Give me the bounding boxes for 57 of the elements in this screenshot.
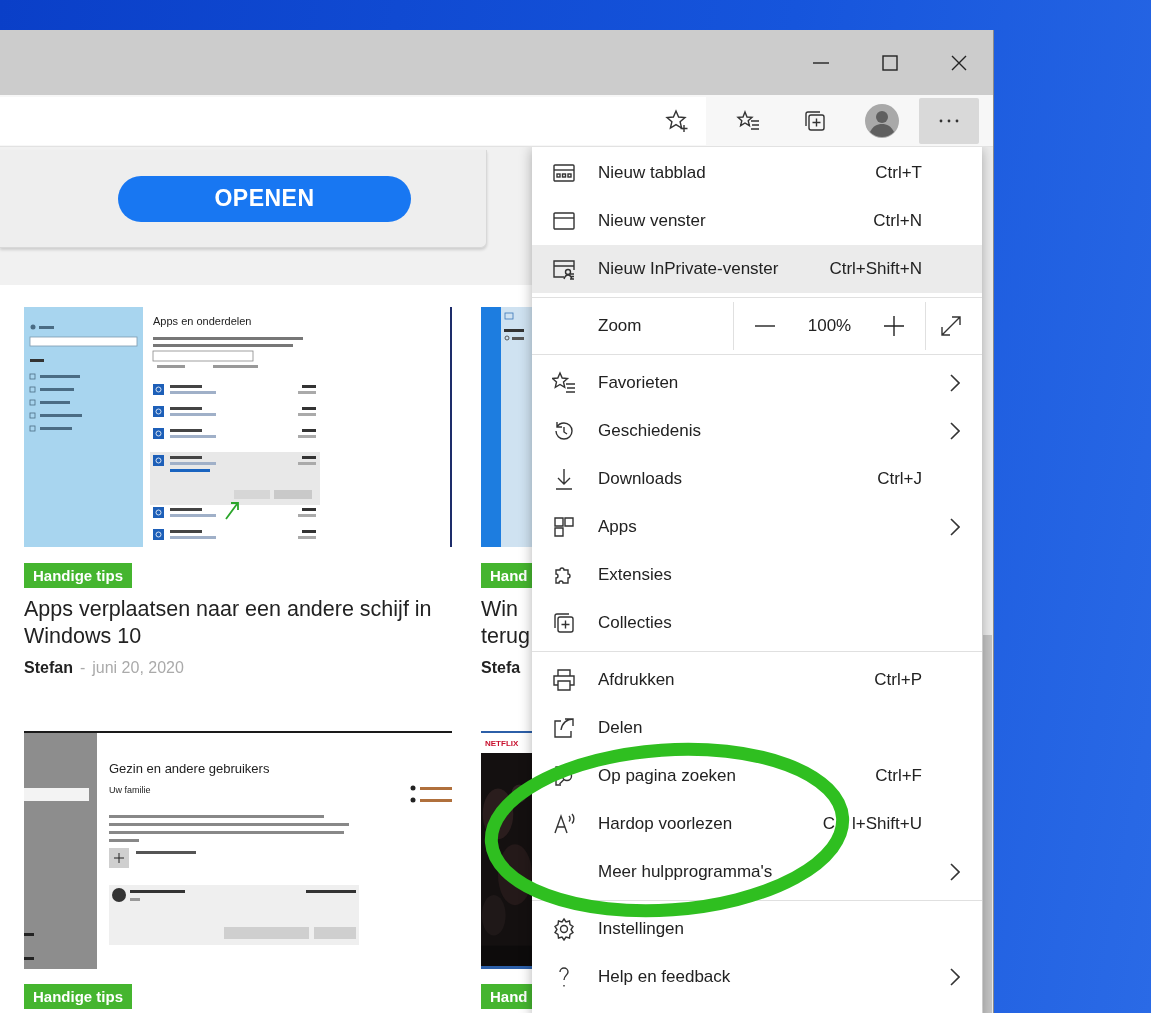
article-title[interactable]: Apps verplaatsen naar een andere schijf in Windows 10 xyxy=(24,596,452,650)
menu-apps-icon xyxy=(552,515,576,539)
menu-item[interactable]: Collecties xyxy=(532,599,982,647)
menu-item[interactable]: Instellingen xyxy=(532,905,982,953)
menu-item[interactable]: Delen xyxy=(532,704,982,752)
screenshot-subtitle: Uw familie xyxy=(109,785,151,795)
screenshot-title: Apps en onderdelen xyxy=(153,315,252,327)
menu-item[interactable]: Hardop voorlezen C l+Shift+U xyxy=(532,800,982,848)
screenshot-title: Gezin en andere gebruikers xyxy=(109,761,270,776)
open-button[interactable]: OPENEN xyxy=(118,175,411,222)
maximize-icon xyxy=(881,54,898,71)
chevron-right-icon xyxy=(950,863,960,881)
menu-settings-icon xyxy=(552,917,576,941)
menu-private-window-icon xyxy=(552,257,576,281)
close-icon xyxy=(950,54,967,71)
menu-item[interactable]: Meer hulpprogramma's xyxy=(532,848,982,896)
menu-tab-icon xyxy=(552,161,576,185)
menu-item[interactable]: Nieuw venster Ctrl+N xyxy=(532,197,982,245)
minimize-icon xyxy=(812,61,829,64)
menu-read-aloud-icon xyxy=(552,812,576,836)
menu-item[interactable]: Geschiedenis xyxy=(532,407,982,455)
favorites-icon[interactable] xyxy=(735,108,760,133)
menu-favorites-icon xyxy=(552,371,576,395)
more-icon xyxy=(939,118,959,123)
menu-item[interactable]: Favorieten xyxy=(532,359,982,407)
menu-item[interactable]: Downloads Ctrl+J xyxy=(532,455,982,503)
menu-item[interactable]: Afdrukken Ctrl+P xyxy=(532,656,982,704)
menu-item[interactable]: Op pagina zoeken Ctrl+F xyxy=(532,752,982,800)
post-date: juni 20, 2020 xyxy=(92,659,184,677)
menu-item[interactable]: Apps xyxy=(532,503,982,551)
menu-printer-icon xyxy=(552,668,576,692)
author-name[interactable]: Stefan xyxy=(24,659,73,677)
chevron-right-icon xyxy=(950,518,960,536)
menu-history-icon xyxy=(552,419,576,443)
chevron-right-icon xyxy=(950,374,960,392)
zoom-value: 100% xyxy=(807,316,852,336)
menu-share-icon xyxy=(552,716,576,740)
menu-collections-icon xyxy=(552,611,576,635)
plus-icon xyxy=(883,316,904,336)
menu-window-icon xyxy=(552,209,576,233)
profile-avatar-icon[interactable] xyxy=(864,103,899,138)
menu-item[interactable]: Extensies xyxy=(532,551,982,599)
star-plus-icon[interactable] xyxy=(665,108,689,133)
menu-item[interactable]: Help en feedback xyxy=(532,953,982,1001)
collections-icon[interactable] xyxy=(802,108,827,133)
fullscreen-icon[interactable] xyxy=(939,314,963,338)
brand-label: NETFLIX xyxy=(485,738,519,748)
chevron-right-icon xyxy=(950,422,960,440)
author-name[interactable]: Stefa xyxy=(481,659,521,677)
article-title[interactable]: Win terug xyxy=(481,596,530,650)
zoom-label: Zoom xyxy=(598,316,643,336)
menu-item[interactable]: Nieuw InPrivate-venster Ctrl+Shift+N xyxy=(532,245,982,293)
chevron-right-icon xyxy=(950,968,960,986)
separator-text: - xyxy=(79,659,86,677)
minus-icon xyxy=(755,325,776,327)
address-field[interactable] xyxy=(0,96,706,145)
menu-item[interactable]: Nieuw tabblad Ctrl+T xyxy=(532,149,982,197)
